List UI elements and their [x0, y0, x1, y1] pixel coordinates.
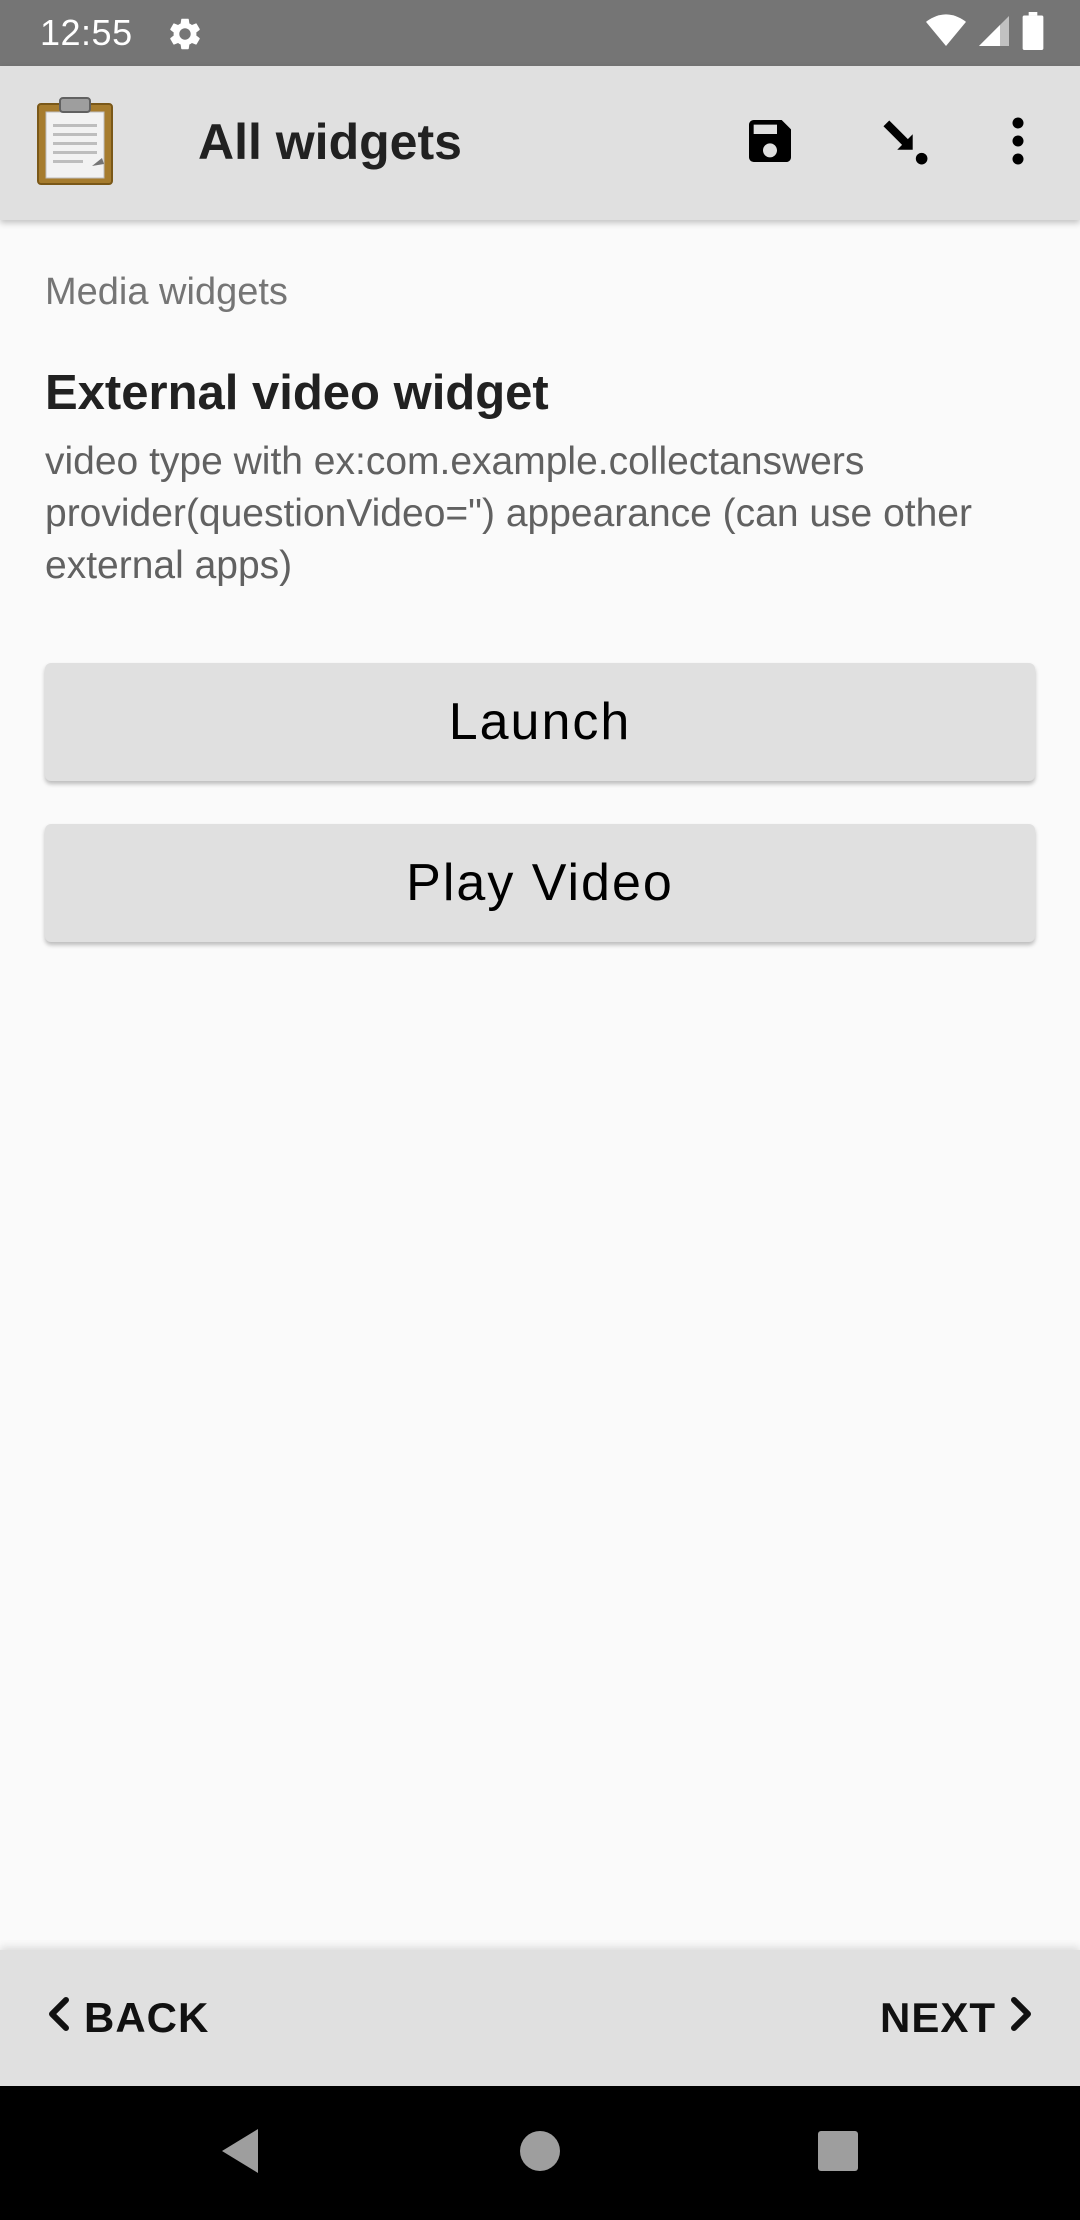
jump-to-question-button[interactable] — [872, 111, 936, 175]
question-title: External video widget — [45, 366, 549, 420]
back-button[interactable]: BACK — [44, 1950, 209, 2086]
status-bar: 12:55 — [0, 0, 1080, 66]
cell-signal-icon — [976, 13, 1012, 54]
system-navigation-bar — [0, 2086, 1080, 2220]
system-recents-button[interactable] — [808, 2123, 868, 2183]
launch-button[interactable]: Launch — [45, 663, 1035, 781]
jump-to-question-icon — [875, 112, 933, 175]
form-navigation-bar: BACK NEXT — [0, 1950, 1080, 2086]
settings-gear-icon — [166, 15, 204, 53]
next-label: NEXT — [879, 1994, 996, 2041]
save-icon — [742, 113, 798, 174]
app-title: All widgets — [198, 114, 462, 170]
back-label: BACK — [84, 1994, 210, 2041]
status-time: 12:55 — [40, 12, 133, 53]
question-hint: video type with ex:com.example.collectan… — [45, 440, 972, 587]
more-vert-icon — [1011, 116, 1025, 171]
system-home-button[interactable] — [510, 2123, 570, 2183]
circle-home-icon — [519, 2130, 561, 2177]
group-label: Media widgets — [45, 271, 288, 313]
system-back-button[interactable] — [210, 2123, 270, 2183]
more-options-button[interactable] — [986, 111, 1050, 175]
question-content: Media widgets External video widget vide… — [0, 220, 1080, 1950]
chevron-left-icon — [44, 1994, 74, 2042]
app-bar: All widgets — [0, 66, 1080, 220]
clipboard-icon — [36, 96, 116, 186]
next-button[interactable]: NEXT — [880, 1950, 1036, 2086]
triangle-back-icon — [218, 2126, 262, 2181]
screen: 12:55 All widgets Media widgets External… — [0, 0, 1080, 2220]
battery-icon — [1022, 11, 1044, 55]
play-video-button[interactable]: Play Video — [45, 824, 1035, 942]
square-recents-icon — [817, 2130, 859, 2177]
chevron-right-icon — [1006, 1994, 1036, 2042]
save-button[interactable] — [738, 111, 802, 175]
wifi-icon — [926, 13, 966, 53]
status-icons — [926, 11, 1044, 55]
